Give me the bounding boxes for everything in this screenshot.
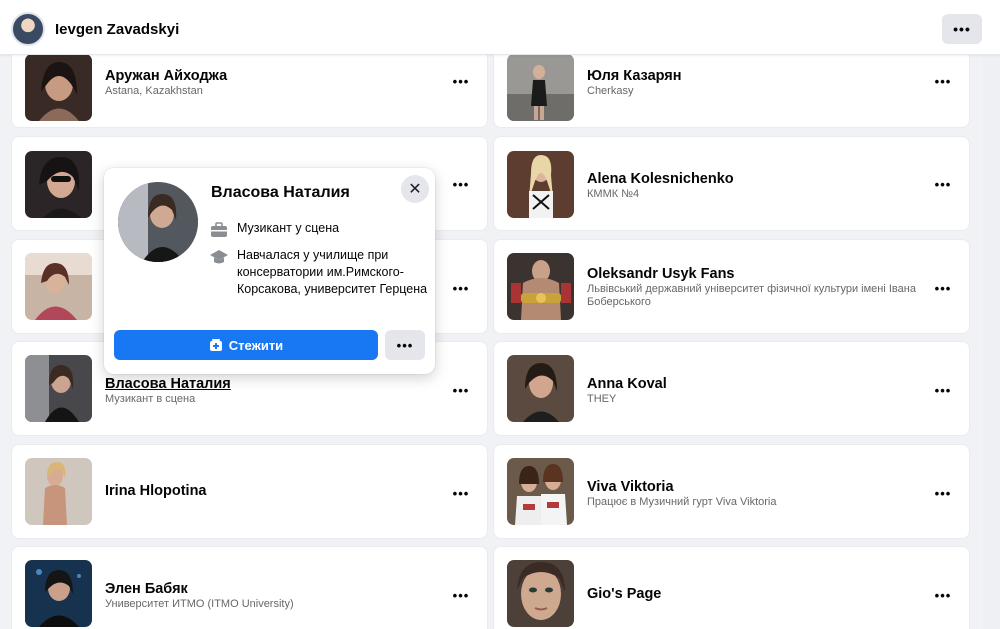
education-info: Навчалася у училище при консерватории им… [209, 247, 437, 298]
card-name[interactable]: Viva Viktoria [587, 479, 674, 495]
card-subtitle: Працює в Музичний гурт Viva Viktoria [587, 496, 777, 508]
follow-label: Стежити [228, 337, 284, 353]
header-more-button[interactable]: ••• [942, 14, 982, 44]
more-options-button[interactable]: ••• [445, 375, 477, 405]
profile-photo[interactable] [25, 355, 92, 422]
card-name[interactable]: Аружан Айходжа [105, 68, 227, 84]
hover-card-more-button[interactable]: ••• [385, 330, 425, 360]
more-options-button[interactable]: ••• [445, 273, 477, 303]
education-text: Навчалася у училище при консерватории им… [237, 248, 428, 296]
work-info: Музикант у сцена [209, 220, 437, 240]
profile-hover-card: Власова Наталия ✕ Музикант у сцена Навча… [104, 168, 435, 374]
graduation-cap-icon [210, 250, 228, 264]
list-item[interactable]: Gio's Page ••• [493, 546, 970, 629]
list-item[interactable]: Viva Viktoria Працює в Музичний гурт Viv… [493, 444, 970, 539]
list-item[interactable]: Irina Hlopotina ••• [11, 444, 488, 539]
card-subtitle: Astana, Kazakhstan [105, 85, 203, 97]
more-options-button[interactable]: ••• [927, 273, 959, 303]
more-options-button[interactable]: ••• [445, 169, 477, 199]
more-options-button[interactable]: ••• [927, 375, 959, 405]
profile-photo[interactable] [25, 253, 92, 320]
profile-photo[interactable] [507, 355, 574, 422]
profile-owner-name[interactable]: Ievgen Zavadskyi [55, 21, 179, 38]
list-item[interactable]: Элен Бабяк Университет ИТМО (ITMO Univer… [11, 546, 488, 629]
card-name[interactable]: Alena Kolesnichenko [587, 171, 734, 187]
follow-icon [209, 339, 222, 351]
list-item[interactable]: Alena Kolesnichenko КММК №4 ••• [493, 136, 970, 231]
list-item[interactable]: Oleksandr Usyk Fans Львівський державний… [493, 239, 970, 334]
card-subtitle: THEY [587, 393, 617, 405]
close-icon[interactable]: ✕ [401, 175, 429, 203]
card-name[interactable]: Anna Koval [587, 376, 667, 392]
hover-card-avatar[interactable] [118, 182, 198, 262]
profile-photo[interactable] [507, 560, 574, 627]
profile-photo[interactable] [25, 458, 92, 525]
more-options-button[interactable]: ••• [927, 66, 959, 96]
card-name[interactable]: Юля Казарян [587, 68, 682, 84]
profile-photo[interactable] [25, 151, 92, 218]
card-name[interactable]: Gio's Page [587, 586, 661, 602]
follow-button[interactable]: Стежити [114, 330, 378, 360]
card-subtitle: Университет ИТМО (ITMO University) [105, 598, 294, 610]
hover-card-name[interactable]: Власова Наталия [211, 184, 350, 202]
card-name[interactable]: Oleksandr Usyk Fans [587, 266, 735, 282]
list-item[interactable]: Anna Koval THEY ••• [493, 341, 970, 436]
more-options-button[interactable]: ••• [927, 169, 959, 199]
profile-photo[interactable] [25, 560, 92, 627]
work-text: Музикант у сцена [237, 221, 340, 235]
profile-photo[interactable] [507, 54, 574, 121]
top-bar: Ievgen Zavadskyi ••• [0, 0, 1000, 55]
briefcase-icon [211, 222, 227, 237]
more-options-button[interactable]: ••• [445, 580, 477, 610]
more-options-button[interactable]: ••• [445, 66, 477, 96]
avatar[interactable] [11, 12, 45, 46]
more-options-button[interactable]: ••• [927, 580, 959, 610]
card-name[interactable]: Власова Наталия [105, 376, 231, 392]
card-subtitle: Львівський державний університет фізично… [587, 283, 916, 308]
card-subtitle: КММК №4 [587, 188, 640, 200]
scrollbar[interactable] [983, 56, 1000, 629]
more-options-button[interactable]: ••• [927, 478, 959, 508]
card-name[interactable]: Элен Бабяк [105, 581, 188, 597]
profile-photo[interactable] [507, 151, 574, 218]
card-subtitle: Музикант в сцена [105, 393, 196, 405]
card-name[interactable]: Irina Hlopotina [105, 483, 207, 499]
profile-photo[interactable] [507, 458, 574, 525]
profile-photo[interactable] [507, 253, 574, 320]
profile-photo[interactable] [25, 54, 92, 121]
more-options-button[interactable]: ••• [445, 478, 477, 508]
card-subtitle: Cherkasy [587, 85, 634, 97]
